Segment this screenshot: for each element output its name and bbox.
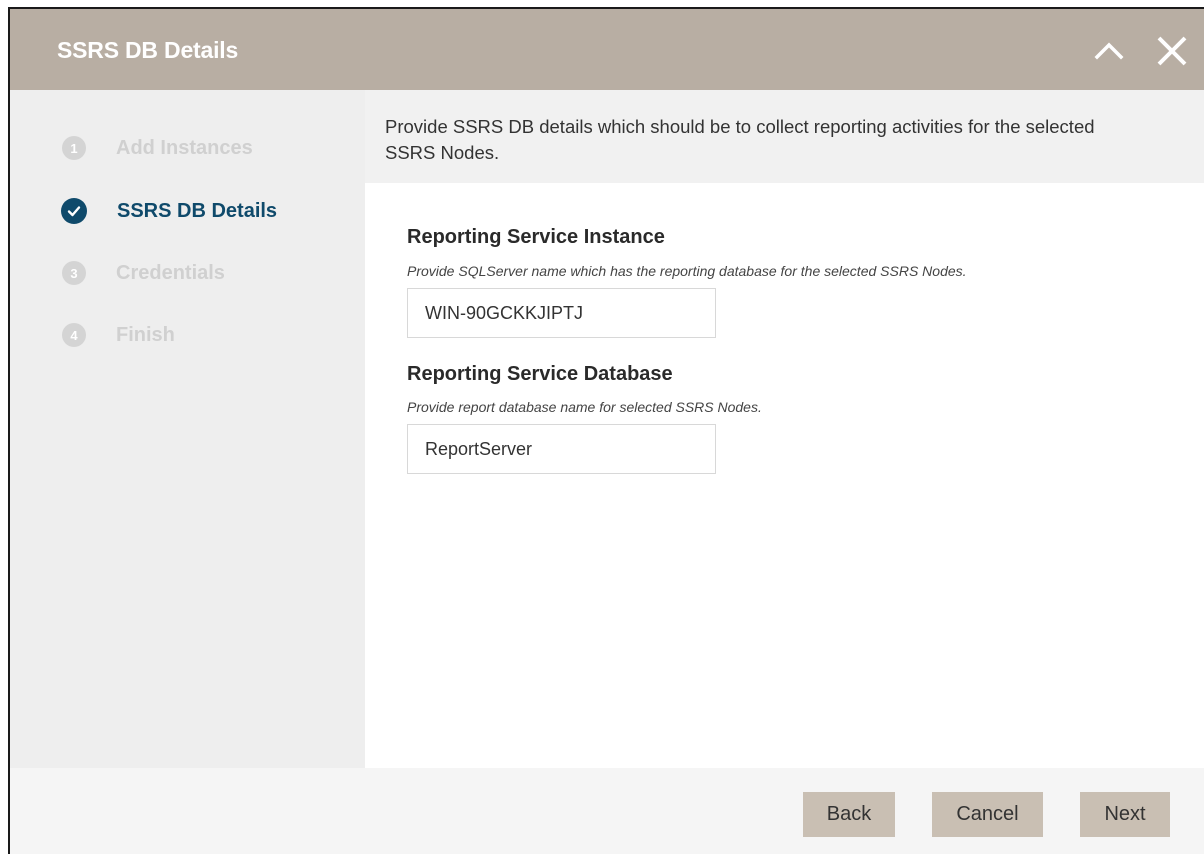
dialog-title: SSRS DB Details [57, 37, 239, 63]
step-add-instances[interactable]: 1 Add Instances [62, 133, 253, 163]
step-number-icon: 3 [62, 261, 86, 285]
database-field-title: Reporting Service Database [407, 363, 673, 385]
collapse-button[interactable] [1089, 31, 1129, 71]
step-finish[interactable]: 4 Finish [62, 320, 175, 350]
back-button[interactable]: Back [803, 792, 895, 837]
wizard-steps-sidebar: 1 Add Instances SSRS DB Details 3 Creden… [10, 90, 365, 768]
ssrs-db-details-dialog: SSRS DB Details 1 Add Instances SSRS DB … [8, 7, 1204, 854]
instance-field-help: Provide SQLServer name which has the rep… [407, 263, 967, 279]
instance-field-title: Reporting Service Instance [407, 226, 665, 248]
close-icon [1157, 36, 1187, 66]
step-credentials[interactable]: 3 Credentials [62, 258, 225, 288]
checkmark-icon [61, 198, 87, 224]
cancel-button[interactable]: Cancel [932, 792, 1043, 837]
step-label: Finish [116, 323, 175, 346]
dialog-footer: Back Cancel Next [10, 768, 1204, 854]
next-button[interactable]: Next [1080, 792, 1170, 837]
step-number-icon: 4 [62, 323, 86, 347]
database-field-help: Provide report database name for selecte… [407, 399, 762, 415]
step-label: Credentials [116, 261, 225, 284]
dialog-header: SSRS DB Details [10, 9, 1204, 90]
form-content: Reporting Service Instance Provide SQLSe… [365, 183, 1204, 768]
step-number-icon: 1 [62, 136, 86, 160]
step-description-bar: Provide SSRS DB details which should be … [365, 90, 1204, 183]
chevron-up-icon [1094, 42, 1124, 60]
step-label: SSRS DB Details [117, 199, 278, 222]
step-label: Add Instances [116, 136, 253, 159]
close-button[interactable] [1152, 31, 1192, 71]
step-description: Provide SSRS DB details which should be … [385, 116, 1095, 163]
reporting-service-instance-input[interactable] [407, 288, 716, 338]
reporting-service-database-input[interactable] [407, 424, 716, 474]
step-ssrs-db-details[interactable]: SSRS DB Details [61, 196, 278, 226]
